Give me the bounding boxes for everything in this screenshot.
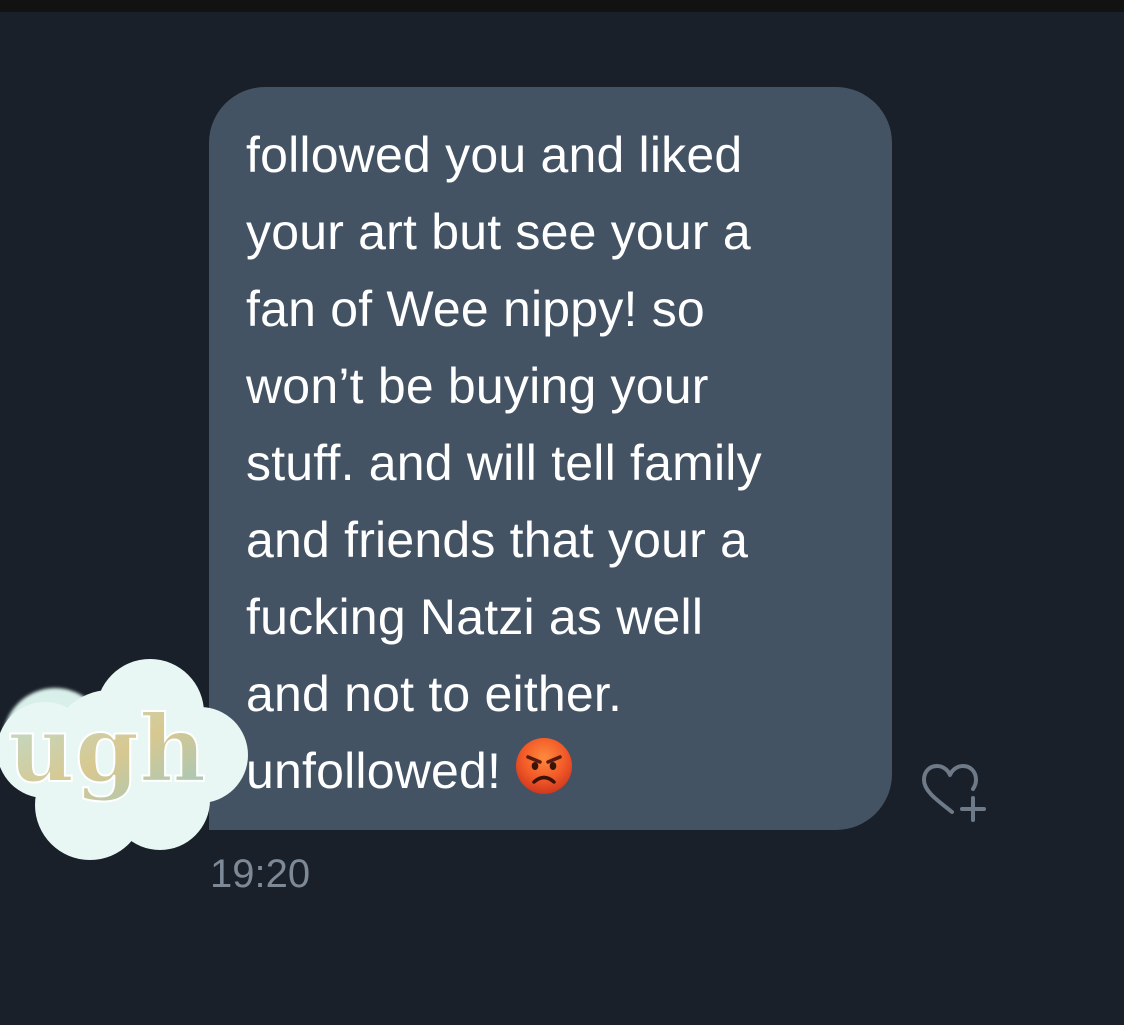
ugh-sticker[interactable]: ugh (0, 655, 250, 865)
message-line: unfollowed! (246, 743, 502, 799)
add-reaction-button[interactable] (914, 762, 994, 830)
heart-plus-icon (922, 764, 986, 822)
angry-face-emoji (515, 737, 573, 795)
message-line: fucking Natzi as well (246, 589, 704, 645)
message-line: stuff. and will tell family (246, 435, 762, 491)
message-bubble[interactable]: followed you and liked your art but see … (209, 87, 892, 830)
message-line: and not to either. (246, 666, 623, 722)
dm-conversation-screen: followed you and liked your art but see … (0, 0, 1124, 1025)
top-status-strip (0, 0, 1124, 12)
message-line: followed you and liked (246, 127, 743, 183)
message-line: and friends that your a (246, 512, 749, 568)
message-last-line: unfollowed! (246, 733, 862, 810)
message-line: fan of Wee nippy! so (246, 281, 705, 337)
message-line: your art but see your a (246, 204, 751, 260)
message-line: won’t be buying your (246, 358, 709, 414)
sticker-text: ugh (8, 695, 206, 803)
